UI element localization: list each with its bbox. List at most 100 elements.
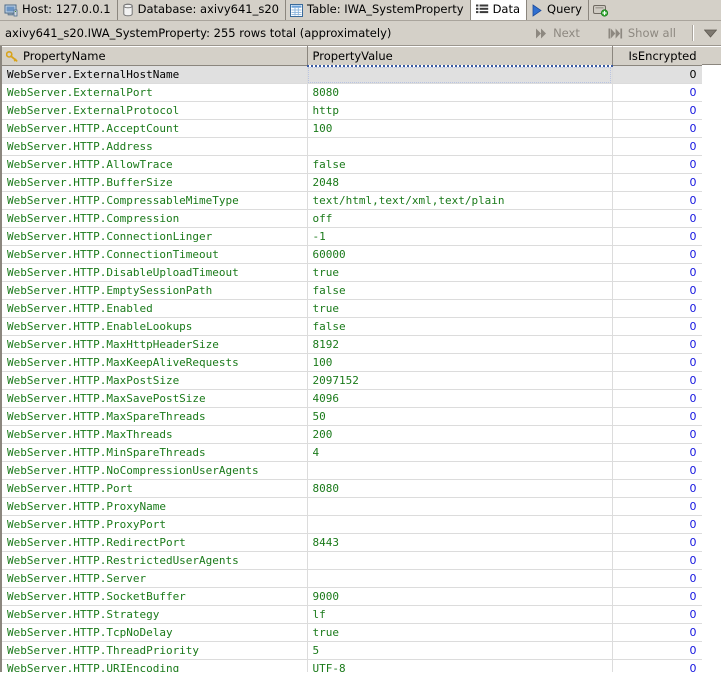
cell-property-name[interactable]: WebServer.HTTP.MaxPostSize <box>2 371 308 390</box>
cell-property-value[interactable] <box>307 65 613 84</box>
cell-is-encrypted[interactable]: 0 <box>612 155 703 174</box>
table-row[interactable]: WebServer.HTTP.MaxPostSize 2097152 0 <box>2 371 703 390</box>
table-row[interactable]: WebServer.HTTP.BufferSize 2048 0 <box>2 173 703 192</box>
cell-is-encrypted[interactable]: 0 <box>612 641 703 660</box>
cell-property-name[interactable]: WebServer.ExternalPort <box>2 83 308 102</box>
cell-property-value[interactable] <box>307 137 613 156</box>
table-row[interactable]: WebServer.HTTP.EmptySessionPath false 0 <box>2 281 703 300</box>
cell-property-value[interactable]: 4 <box>307 443 613 462</box>
cell-is-encrypted[interactable]: 0 <box>612 443 703 462</box>
cell-property-value[interactable]: 8192 <box>307 335 613 354</box>
cell-is-encrypted[interactable]: 0 <box>612 227 703 246</box>
table-row[interactable]: WebServer.HTTP.ConnectionTimeout 60000 0 <box>2 245 703 264</box>
cell-property-name[interactable]: WebServer.HTTP.NoCompressionUserAgents <box>2 461 308 480</box>
cell-property-value[interactable]: false <box>307 317 613 336</box>
cell-property-name[interactable]: WebServer.HTTP.CompressableMimeType <box>2 191 308 210</box>
table-row[interactable]: WebServer.HTTP.MaxThreads 200 0 <box>2 425 703 444</box>
cell-is-encrypted[interactable]: 0 <box>612 209 703 228</box>
cell-is-encrypted[interactable]: 0 <box>612 623 703 642</box>
cell-property-name[interactable]: WebServer.HTTP.AllowTrace <box>2 155 308 174</box>
table-row[interactable]: WebServer.ExternalHostName 0 <box>2 65 703 84</box>
cell-is-encrypted[interactable]: 0 <box>612 659 703 672</box>
show-all-button[interactable]: Show all <box>594 26 690 40</box>
cell-property-value[interactable]: true <box>307 623 613 642</box>
cell-property-name[interactable]: WebServer.HTTP.ProxyPort <box>2 515 308 534</box>
next-page-button[interactable]: Next <box>521 26 594 40</box>
cell-property-name[interactable]: WebServer.HTTP.Port <box>2 479 308 498</box>
table-row[interactable]: WebServer.HTTP.Address 0 <box>2 137 703 156</box>
toolbar-item-new-connection[interactable] <box>589 0 619 20</box>
table-row[interactable]: WebServer.HTTP.Compression off 0 <box>2 209 703 228</box>
cell-property-value[interactable]: lf <box>307 605 613 624</box>
cell-property-value[interactable]: off <box>307 209 613 228</box>
cell-is-encrypted[interactable]: 0 <box>612 605 703 624</box>
table-row[interactable]: WebServer.HTTP.DisableUploadTimeout true 0 <box>2 263 703 282</box>
cell-property-value[interactable]: false <box>307 281 613 300</box>
cell-is-encrypted[interactable]: 0 <box>612 83 703 102</box>
cell-property-value[interactable]: 2048 <box>307 173 613 192</box>
cell-property-name[interactable]: WebServer.HTTP.AcceptCount <box>2 119 308 138</box>
cell-property-value[interactable]: 5 <box>307 641 613 660</box>
cell-is-encrypted[interactable]: 0 <box>612 407 703 426</box>
table-row[interactable]: WebServer.HTTP.SocketBuffer 9000 0 <box>2 587 703 606</box>
cell-property-name[interactable]: WebServer.HTTP.MaxKeepAliveRequests <box>2 353 308 372</box>
cell-property-value[interactable] <box>307 551 613 570</box>
cell-property-name[interactable]: WebServer.HTTP.MaxThreads <box>2 425 308 444</box>
table-row[interactable]: WebServer.HTTP.NoCompressionUserAgents 0 <box>2 461 703 480</box>
cell-is-encrypted[interactable]: 0 <box>612 335 703 354</box>
table-row[interactable]: WebServer.HTTP.CompressableMimeType text/… <box>2 191 703 210</box>
cell-is-encrypted[interactable]: 0 <box>612 461 703 480</box>
cell-property-name[interactable]: WebServer.HTTP.TcpNoDelay <box>2 623 308 642</box>
table-row[interactable]: WebServer.HTTP.AcceptCount 100 0 <box>2 119 703 138</box>
cell-is-encrypted[interactable]: 0 <box>612 515 703 534</box>
cell-is-encrypted[interactable]: 0 <box>612 281 703 300</box>
cell-property-value[interactable]: 200 <box>307 425 613 444</box>
cell-property-value[interactable]: false <box>307 155 613 174</box>
cell-property-value[interactable]: http <box>307 101 613 120</box>
cell-property-value[interactable]: 2097152 <box>307 371 613 390</box>
cell-property-name[interactable]: WebServer.HTTP.Address <box>2 137 308 156</box>
table-row[interactable]: WebServer.HTTP.MaxKeepAliveRequests 100 0 <box>2 353 703 372</box>
cell-is-encrypted[interactable]: 0 <box>612 425 703 444</box>
cell-property-name[interactable]: WebServer.HTTP.DisableUploadTimeout <box>2 263 308 282</box>
cell-is-encrypted[interactable]: 0 <box>612 533 703 552</box>
cell-property-value[interactable]: true <box>307 263 613 282</box>
cell-is-encrypted[interactable]: 0 <box>612 65 703 84</box>
cell-is-encrypted[interactable]: 0 <box>612 299 703 318</box>
column-header-property-value[interactable]: PropertyValue <box>307 46 613 67</box>
cell-property-value[interactable]: 50 <box>307 407 613 426</box>
cell-property-value[interactable]: 4096 <box>307 389 613 408</box>
cell-property-value[interactable]: 9000 <box>307 587 613 606</box>
data-grid[interactable]: PropertyName PropertyValue IsEncrypted W… <box>0 46 721 672</box>
cell-property-value[interactable]: 100 <box>307 119 613 138</box>
cell-is-encrypted[interactable]: 0 <box>612 245 703 264</box>
cell-property-value[interactable] <box>307 497 613 516</box>
cell-is-encrypted[interactable]: 0 <box>612 317 703 336</box>
cell-property-name[interactable]: WebServer.HTTP.Server <box>2 569 308 588</box>
table-row[interactable]: WebServer.HTTP.ProxyPort 0 <box>2 515 703 534</box>
cell-property-name[interactable]: WebServer.HTTP.EmptySessionPath <box>2 281 308 300</box>
table-row[interactable]: WebServer.HTTP.ThreadPriority 5 0 <box>2 641 703 660</box>
cell-property-value[interactable] <box>307 515 613 534</box>
cell-is-encrypted[interactable]: 0 <box>612 479 703 498</box>
cell-property-value[interactable]: true <box>307 299 613 318</box>
column-header-is-encrypted[interactable]: IsEncrypted <box>612 46 703 66</box>
toolbar-item-table[interactable]: Table: IWA_SystemProperty <box>286 0 471 20</box>
table-row[interactable]: WebServer.HTTP.ProxyName 0 <box>2 497 703 516</box>
table-row[interactable]: WebServer.HTTP.MinSpareThreads 4 0 <box>2 443 703 462</box>
cell-property-name[interactable]: WebServer.HTTP.ConnectionTimeout <box>2 245 308 264</box>
table-row[interactable]: WebServer.HTTP.ConnectionLinger -1 0 <box>2 227 703 246</box>
cell-is-encrypted[interactable]: 0 <box>612 371 703 390</box>
cell-property-name[interactable]: WebServer.HTTP.URIEncoding <box>2 659 308 672</box>
cell-property-name[interactable]: WebServer.HTTP.ThreadPriority <box>2 641 308 660</box>
cell-property-name[interactable]: WebServer.ExternalHostName <box>2 65 308 84</box>
cell-property-value[interactable]: 8443 <box>307 533 613 552</box>
cell-is-encrypted[interactable]: 0 <box>612 191 703 210</box>
table-row[interactable]: WebServer.HTTP.MaxHttpHeaderSize 8192 0 <box>2 335 703 354</box>
column-header-property-name[interactable]: PropertyName <box>2 46 308 66</box>
cell-property-name[interactable]: WebServer.HTTP.MaxSavePostSize <box>2 389 308 408</box>
cell-property-name[interactable]: WebServer.HTTP.MinSpareThreads <box>2 443 308 462</box>
cell-is-encrypted[interactable]: 0 <box>612 119 703 138</box>
table-row[interactable]: WebServer.HTTP.Port 8080 0 <box>2 479 703 498</box>
table-row[interactable]: WebServer.HTTP.Enabled true 0 <box>2 299 703 318</box>
